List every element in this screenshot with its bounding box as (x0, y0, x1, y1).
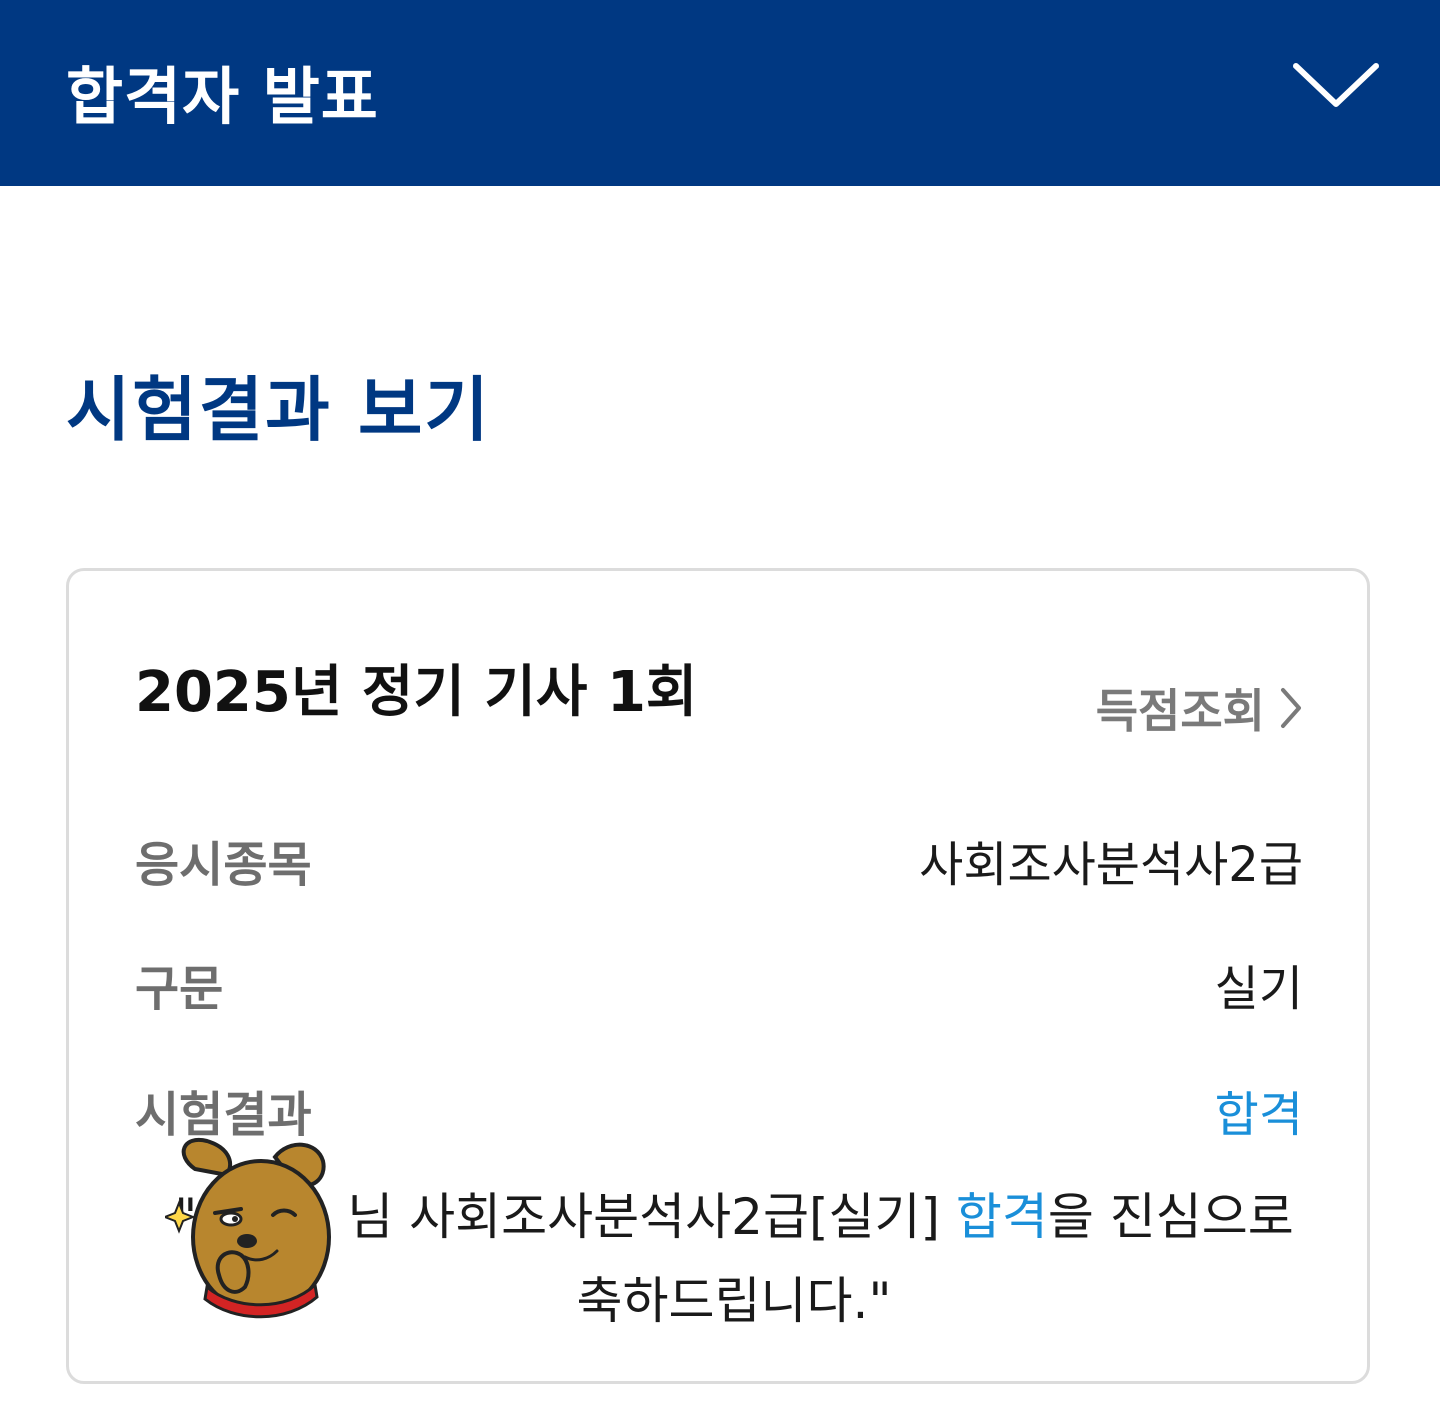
score-inquiry-link[interactable]: 득점조회 (1096, 675, 1303, 741)
result-card: 2025년 정기 기사 1회 득점조회 응시종목 사회조사분석사2급 구문 실기… (66, 568, 1370, 1384)
score-inquiry-label: 득점조회 (1095, 684, 1265, 738)
row-label-subject: 응시종목 (135, 837, 312, 893)
congrats-after-name: 님 사회조사분석사2급[실기] (347, 1188, 956, 1246)
row-value-result: 합격 (1214, 1087, 1303, 1143)
app-header: 합격자 발표 (0, 0, 1440, 186)
section-title: 시험결과 보기 (66, 369, 491, 451)
exam-title: 2025년 정기 기사 1회 (135, 660, 698, 725)
row-value-type: 실기 (1214, 961, 1303, 1017)
congrats-pass-word: 합격 (955, 1188, 1048, 1246)
chevron-right-icon (1281, 688, 1301, 728)
thinking-dog-sticker (165, 1137, 331, 1319)
row-label-type: 구문 (135, 961, 224, 1017)
row-value-subject: 사회조사분석사2급 (919, 837, 1303, 893)
chevron-down-icon[interactable] (1290, 56, 1382, 116)
header-title: 합격자 발표 (66, 60, 379, 133)
